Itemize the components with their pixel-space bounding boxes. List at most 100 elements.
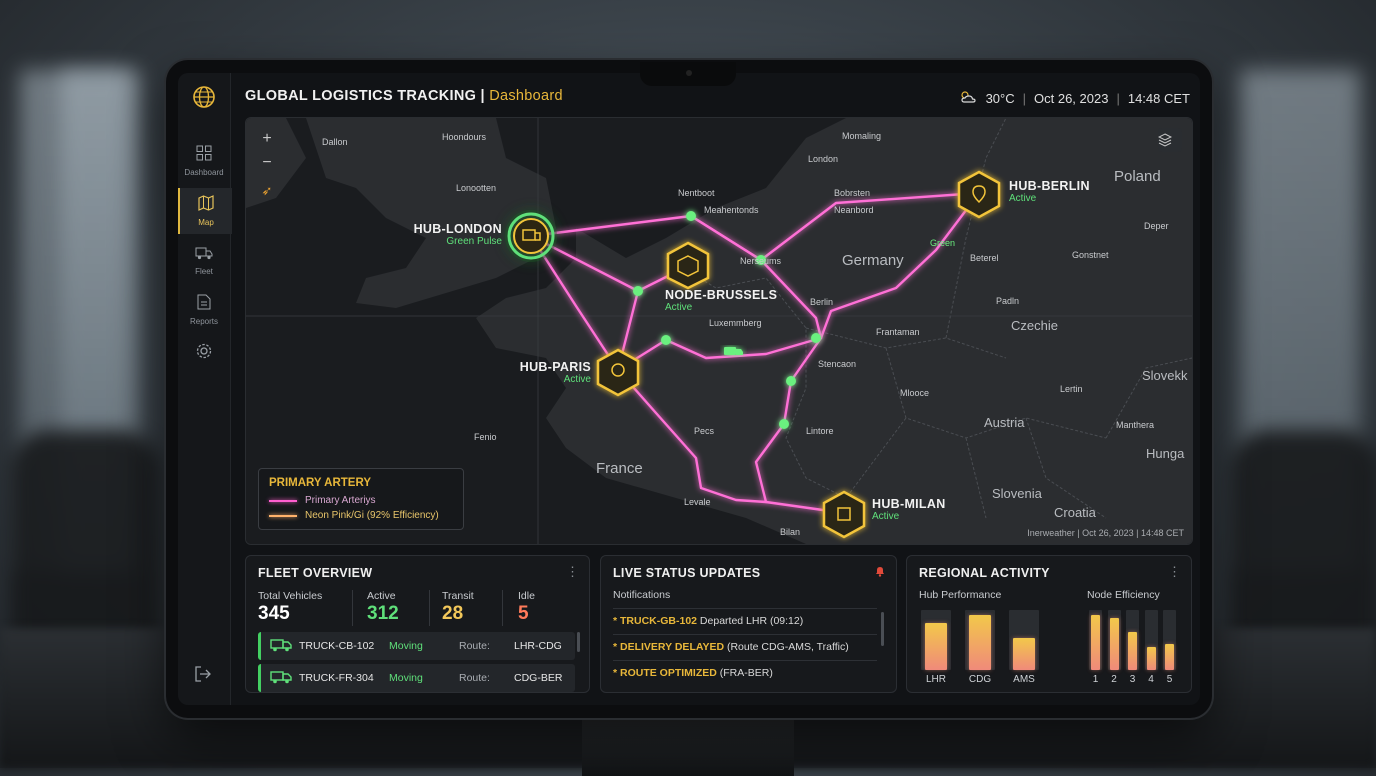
globe-logo-icon <box>192 85 216 114</box>
bar-AMS[interactable] <box>1013 638 1035 670</box>
country-label: Hunga <box>1146 446 1185 461</box>
logout-icon[interactable] <box>194 665 212 688</box>
axis-tick-label: CDG <box>968 674 992 685</box>
country-label: Slovekk <box>1142 368 1188 383</box>
fleet-row[interactable]: TRUCK-CB-102 Moving Route: LHR-CDG <box>258 632 575 660</box>
place-label: Manthera <box>1116 420 1155 430</box>
route-label: Route: <box>459 672 490 684</box>
bell-icon[interactable] <box>874 565 886 580</box>
route-node <box>811 333 821 343</box>
place-label: Stencaon <box>818 359 857 369</box>
header-date: Oct 26, 2023 <box>1034 91 1109 106</box>
sidebar-item-settings[interactable] <box>178 331 230 377</box>
hub-performance-chart: LHR CDG AMS <box>919 608 1069 688</box>
dashboard-screen: Dashboard Map Fleet Reports GLOBAL LOGIS… <box>178 73 1200 705</box>
map-attribution: Inerweather | Oct 26, 2023 | 14:48 CET <box>1027 528 1184 538</box>
place-label: Neanbord <box>834 205 874 215</box>
notifications-scrollbar[interactable] <box>881 612 884 646</box>
bar-3[interactable] <box>1128 632 1137 670</box>
fleet-scrollbar[interactable] <box>577 632 580 652</box>
compass-icon[interactable]: ➶ <box>256 180 278 202</box>
zoom-in-button[interactable]: + <box>256 128 278 150</box>
fleet-overview-panel: FLEET OVERVIEW ⋮ Total Vehicles 345 Acti… <box>245 555 590 693</box>
route-node <box>633 286 643 296</box>
place-label: Nentboot <box>678 188 715 198</box>
place-label: Momaling <box>842 131 882 141</box>
country-label: Germany <box>842 252 904 269</box>
place-label: Berlin <box>810 297 834 307</box>
stat-divider <box>352 590 353 626</box>
zoom-out-button[interactable]: − <box>256 152 278 174</box>
notification-item[interactable]: * TRUCK-GB-102 Departed LHR (09:12) <box>613 608 877 627</box>
place-label: Beterel <box>970 253 999 263</box>
map-view[interactable]: + − ➶ Hoondours Dallon Momaling London P… <box>245 117 1193 545</box>
sidebar-item-label: Reports <box>189 317 218 326</box>
hub-label-london[interactable]: HUB-LONDON Green Pulse <box>414 222 502 247</box>
country-label: Austria <box>984 415 1025 430</box>
route-label: Route: <box>459 640 490 652</box>
sidebar-item-label: Fleet <box>195 267 213 276</box>
sidebar-item-label: Map <box>198 218 214 227</box>
place-label: Bilan <box>780 527 801 537</box>
map-legend: PRIMARY ARTERY Primary Arteriys Neon Pin… <box>258 468 464 530</box>
country-label: Czechie <box>1011 318 1058 333</box>
hub-label-berlin[interactable]: HUB-BERLIN Active <box>1009 179 1090 204</box>
bar-5[interactable] <box>1165 644 1174 670</box>
page-subtitle: Dashboard <box>489 88 563 104</box>
hub-label-paris[interactable]: HUB-PARIS Active <box>520 360 591 385</box>
place-label: Hoondours <box>442 132 487 142</box>
panel-title: LIVE STATUS UPDATES <box>613 566 761 580</box>
hub-brussels-marker <box>666 241 710 290</box>
sidebar-item-fleet[interactable]: Fleet <box>178 238 230 284</box>
monitor-stand <box>582 716 794 776</box>
axis-tick-label: AMS <box>1013 674 1035 685</box>
bar-LHR[interactable] <box>925 623 947 670</box>
truck-route: CDG-BER <box>514 672 563 684</box>
axis-tick-label: 5 <box>1166 674 1173 685</box>
more-options-icon[interactable]: ⋮ <box>1168 564 1181 580</box>
place-label: Meahentonds <box>704 205 759 215</box>
grid-icon <box>196 145 212 165</box>
sidebar: Dashboard Map Fleet Reports <box>178 73 232 705</box>
notification-item[interactable]: * DELIVERY DELAYED (Route CDG-AMS, Traff… <box>613 634 877 653</box>
page-title: GLOBAL LOGISTICS TRACKING | Dashboard <box>245 88 563 104</box>
sidebar-item-reports[interactable]: Reports <box>178 287 230 333</box>
layers-button[interactable] <box>1158 128 1182 152</box>
header-time: 14:48 CET <box>1127 91 1190 106</box>
sidebar-item-dashboard[interactable]: Dashboard <box>178 138 230 184</box>
temperature: 30°C <box>985 91 1015 106</box>
route-node <box>661 335 671 345</box>
route-node <box>786 376 796 386</box>
hub-label-brussels[interactable]: NODE-BRUSSELS Active <box>665 288 777 313</box>
country-label: France <box>596 460 643 477</box>
place-label: Mlooce <box>900 388 930 398</box>
truck-status: Moving <box>389 672 423 684</box>
bar-1[interactable] <box>1091 615 1100 670</box>
stat-idle: Idle 5 <box>518 590 535 624</box>
stat-divider <box>502 590 503 626</box>
fleet-row[interactable]: TRUCK-FR-304 Moving Route: CDG-BER <box>258 664 575 692</box>
place-label: Fenio <box>474 432 497 442</box>
stat-active: Active 312 <box>367 590 399 624</box>
webcam <box>686 70 692 76</box>
hub-label-milan[interactable]: HUB-MILAN Active <box>872 497 946 522</box>
regional-activity-panel: REGIONAL ACTIVITY ⋮ Hub Performance Node… <box>906 555 1192 693</box>
node-efficiency-chart: 12345 <box>1087 608 1177 688</box>
axis-tick-label: LHR <box>925 674 946 685</box>
bar-2[interactable] <box>1109 618 1119 670</box>
sidebar-item-map[interactable]: Map <box>178 188 232 234</box>
live-status-panel: LIVE STATUS UPDATES Notifications * TRUC… <box>600 555 897 693</box>
place-label: London <box>808 154 839 164</box>
more-options-icon[interactable]: ⋮ <box>566 564 579 580</box>
route-node <box>779 419 789 429</box>
notifications-label: Notifications <box>613 589 671 601</box>
bar-CDG[interactable] <box>969 615 991 670</box>
place-label: Gonstnet <box>1072 250 1109 260</box>
place-label: Lonootten <box>456 183 497 193</box>
notification-item[interactable]: * ROUTE OPTIMIZED (FRA-BER) <box>613 660 877 679</box>
bar-4[interactable] <box>1146 647 1156 670</box>
hub-performance-label: Hub Performance <box>919 589 1002 601</box>
truck-icon <box>270 638 292 655</box>
legend-item: Neon Pink/Gi (92% Efficiency) <box>269 510 439 521</box>
gear-icon <box>195 342 213 364</box>
